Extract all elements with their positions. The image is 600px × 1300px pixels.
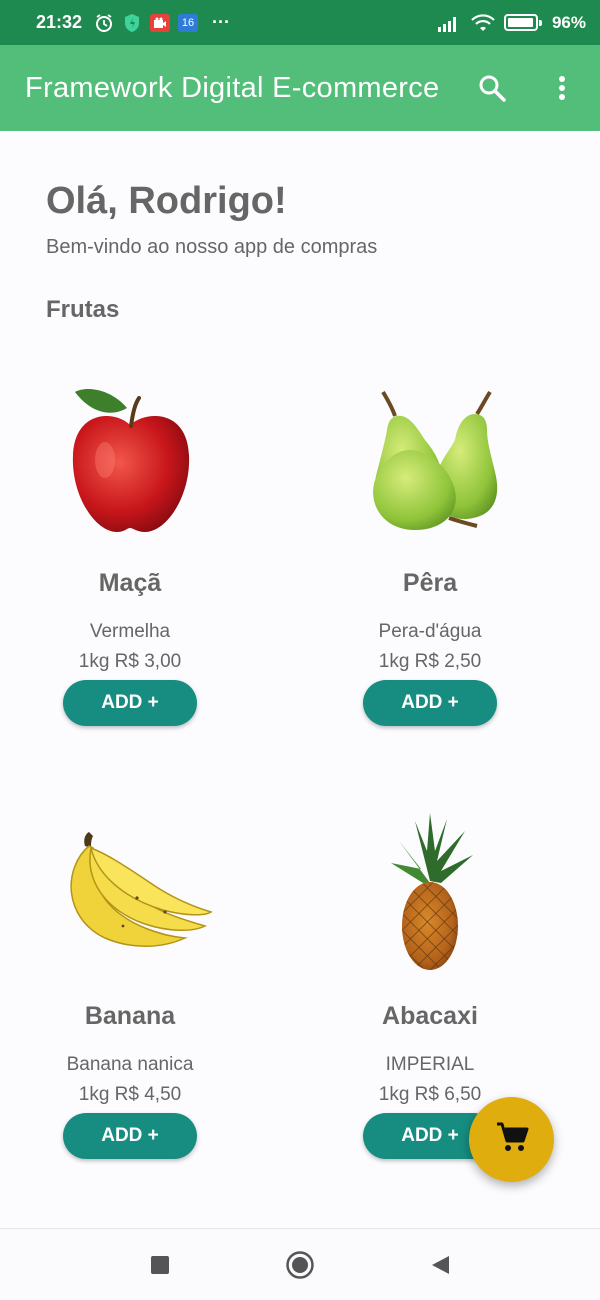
home-circle-icon[interactable]	[280, 1245, 320, 1285]
search-icon[interactable]	[472, 68, 512, 108]
product-name: Banana	[84, 1002, 176, 1030]
add-to-cart-button[interactable]: ADD +	[363, 680, 497, 726]
recents-square-icon[interactable]	[140, 1245, 180, 1285]
more-notifications-icon: ···	[212, 12, 231, 32]
product-name: Abacaxi	[382, 1002, 478, 1030]
back-triangle-icon[interactable]	[420, 1245, 460, 1285]
calendar-badge-icon: 16	[178, 13, 199, 32]
product-description: Banana nanica	[66, 1054, 194, 1075]
cart-fab-button[interactable]	[469, 1097, 554, 1182]
app-bar: Framework Digital E-commerce	[0, 45, 600, 131]
product-price: 1kg R$ 2,50	[378, 651, 482, 672]
video-app-icon	[150, 13, 171, 32]
pear-image	[300, 375, 560, 545]
pineapple-image	[300, 808, 560, 978]
battery-percent: 96%	[551, 12, 586, 32]
system-nav-bar	[0, 1228, 600, 1300]
product-description: IMPERIAL	[385, 1054, 475, 1075]
cart-icon	[495, 1121, 529, 1158]
signal-icon	[436, 13, 462, 33]
banana-image	[0, 808, 260, 978]
section-title-fruits: Frutas	[46, 296, 120, 323]
product-card-banana[interactable]: Banana Banana nanica 1kg R$ 4,50 ADD +	[0, 808, 260, 1188]
product-name: Maçã	[98, 569, 162, 597]
wifi-icon	[470, 13, 496, 33]
product-name: Pêra	[402, 569, 458, 597]
product-description: Pera-d'água	[378, 621, 482, 642]
greeting-title: Olá, Rodrigo!	[46, 180, 287, 222]
shield-icon	[122, 13, 142, 33]
welcome-subtitle: Bem-vindo ao nosso app de compras	[46, 236, 378, 258]
product-price: 1kg R$ 3,00	[78, 651, 182, 672]
battery-icon	[503, 14, 542, 31]
add-to-cart-button[interactable]: ADD +	[63, 680, 197, 726]
more-vert-icon[interactable]	[542, 68, 582, 108]
add-to-cart-button[interactable]: ADD +	[63, 1113, 197, 1159]
apple-image	[0, 375, 260, 545]
product-card-apple[interactable]: Maçã Vermelha 1kg R$ 3,00 ADD +	[0, 375, 260, 755]
product-description: Vermelha	[89, 621, 171, 642]
product-card-pear[interactable]: Pêra Pera-d'água 1kg R$ 2,50 ADD +	[300, 375, 560, 755]
alarm-icon	[94, 13, 114, 33]
status-bar: 21:32 16 ··· 96%	[0, 0, 600, 45]
app-title: Framework Digital E-commerce	[25, 71, 440, 104]
product-price: 1kg R$ 4,50	[78, 1084, 182, 1105]
status-time: 21:32	[36, 12, 83, 32]
